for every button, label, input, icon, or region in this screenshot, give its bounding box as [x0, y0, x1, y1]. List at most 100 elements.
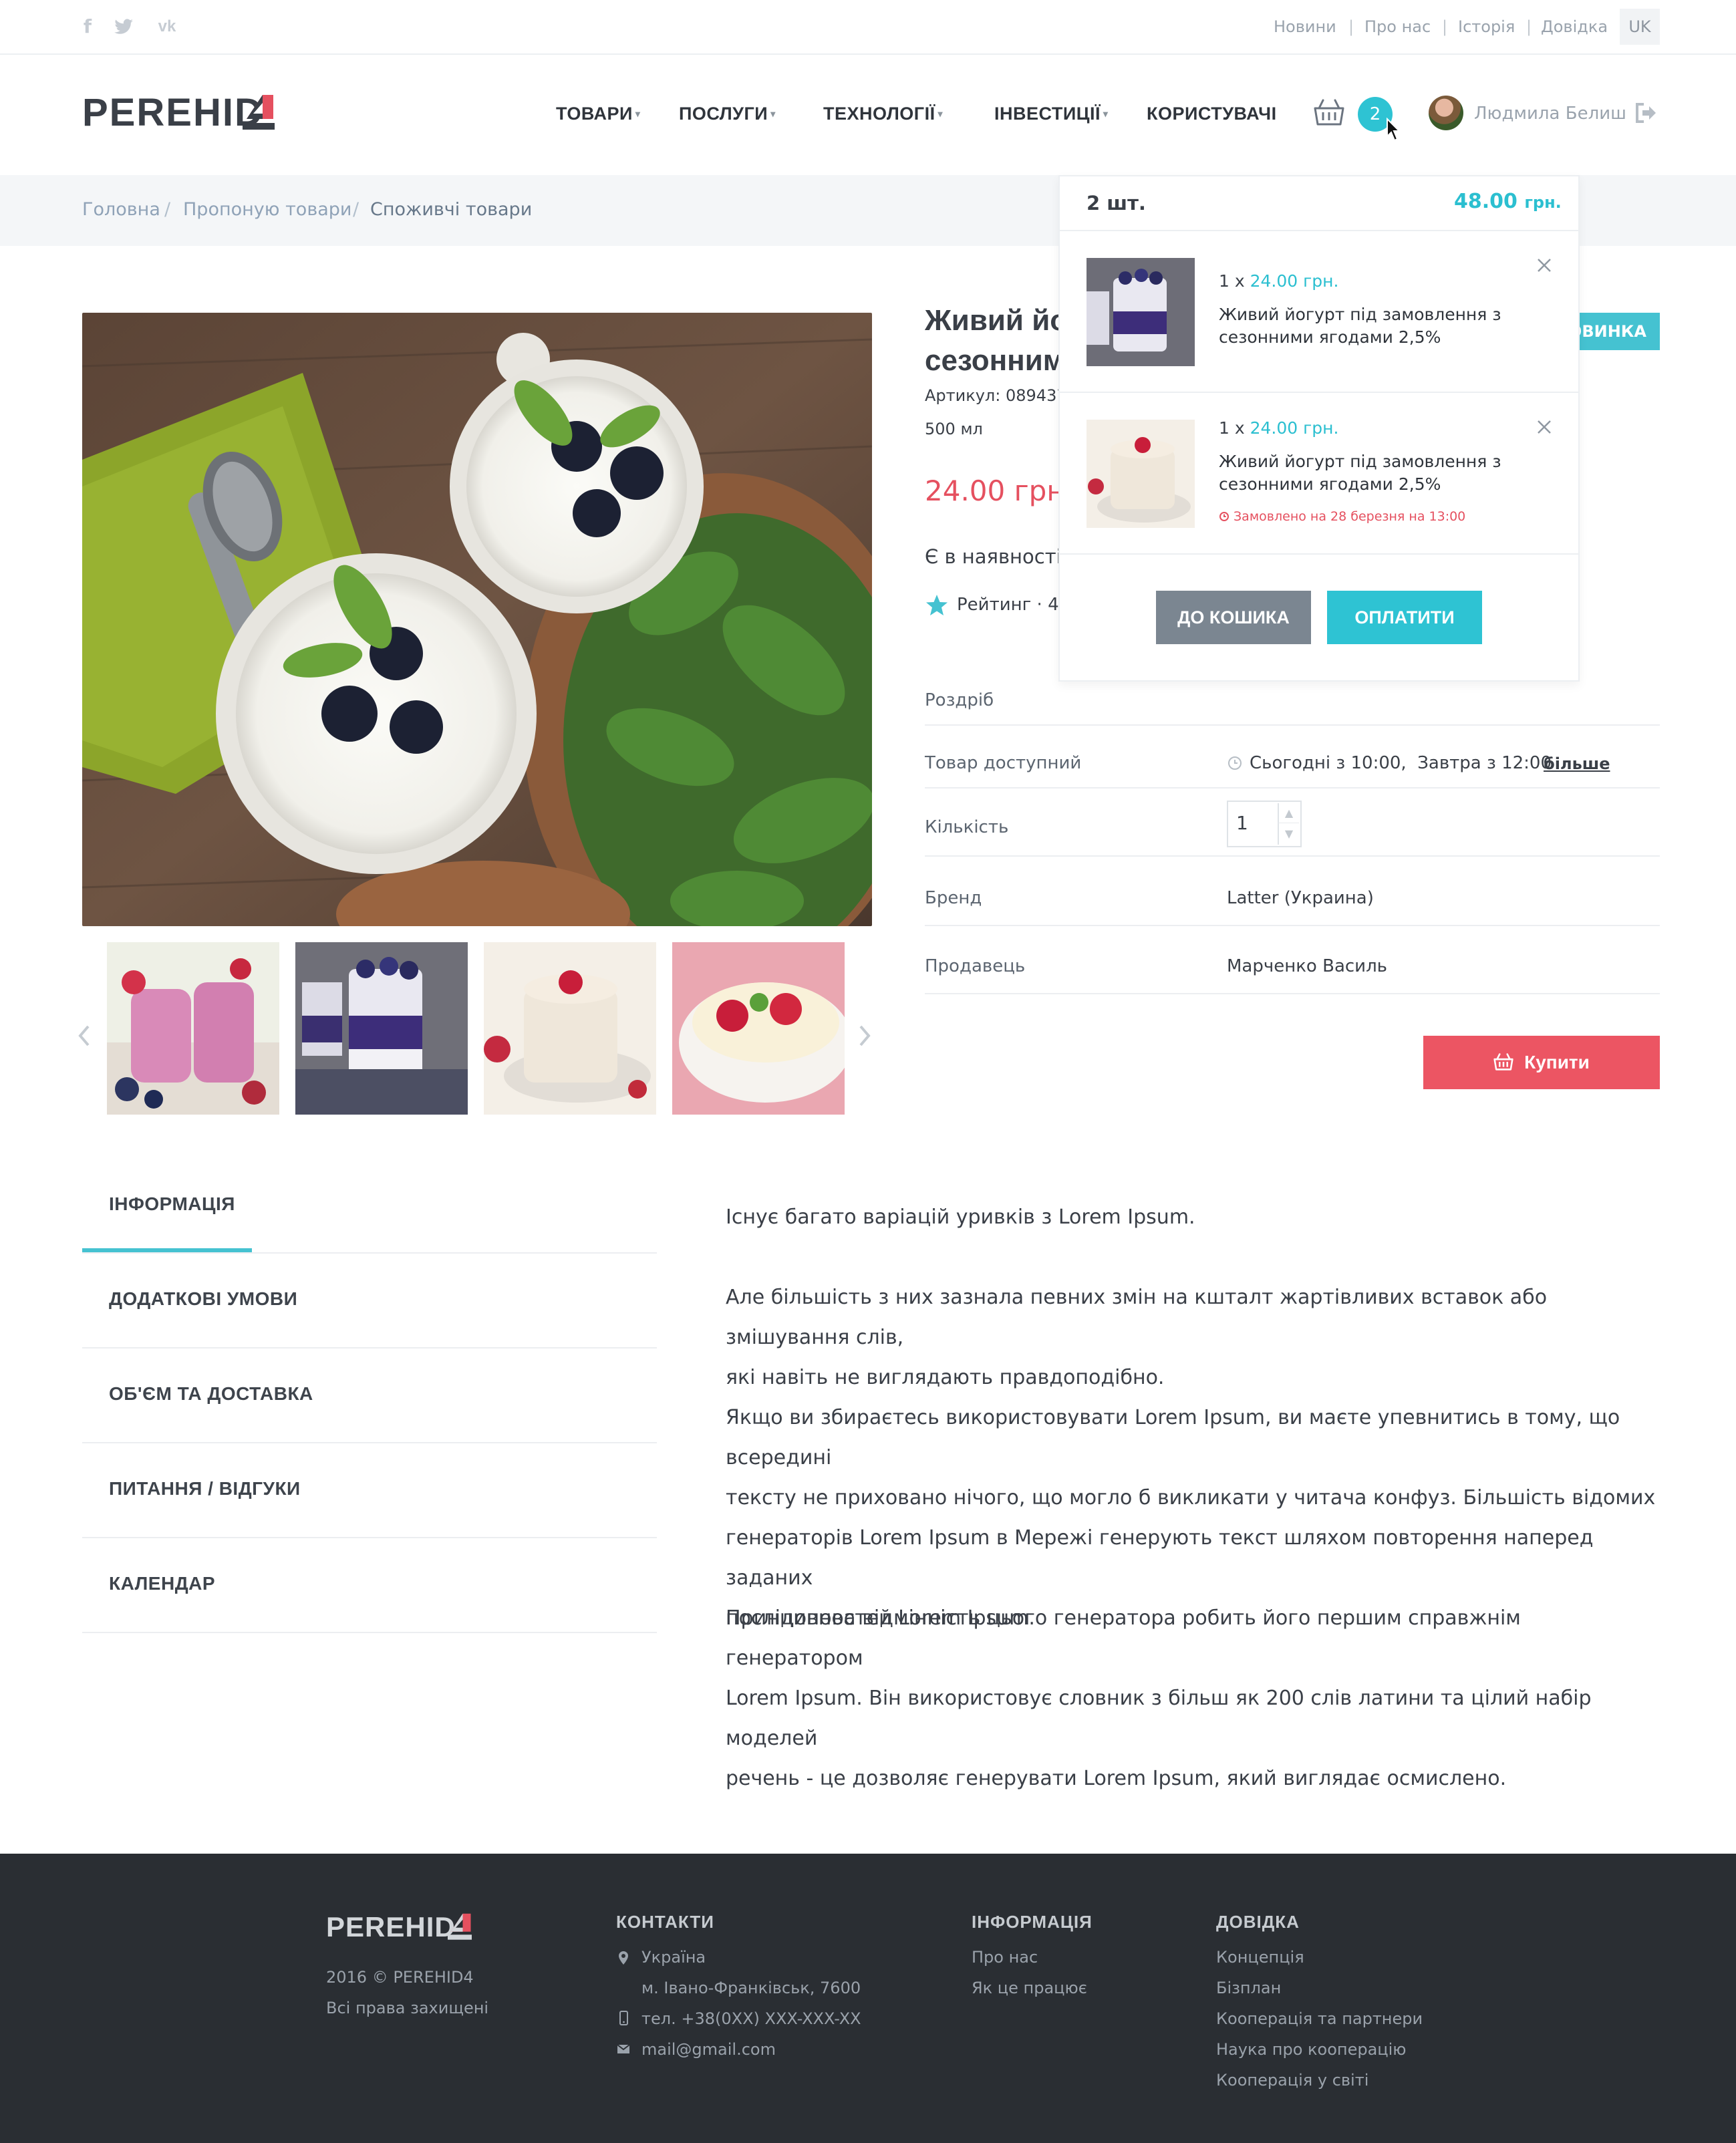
logo-text: PEREHID: [82, 91, 264, 134]
mail-icon: [617, 2044, 630, 2053]
phone-icon: [619, 2011, 628, 2025]
row-label-retail: Роздріб: [925, 690, 994, 710]
footer-logo-text: PEREHID: [326, 1911, 456, 1943]
cart-item-qty: 1 x 24.00 грн.: [1219, 270, 1338, 293]
nav-users[interactable]: КОРИСТУВАЧІ: [1147, 100, 1277, 127]
order-note-date: 28 березня: [1330, 509, 1405, 524]
tab-information[interactable]: ІНФОРМАЦІЯ: [82, 1159, 657, 1254]
vk-icon[interactable]: vk: [152, 15, 182, 39]
tab-questions-reviews[interactable]: ПИТАННЯ / ВІДГУКИ: [82, 1443, 657, 1538]
chevron-left-icon[interactable]: [75, 1022, 94, 1049]
description-line: тексту не приховано нічого, що могло б в…: [726, 1486, 1656, 1510]
nav-products-label: ТОВАРИ: [556, 104, 633, 124]
footer-link-concept[interactable]: Концепція: [1216, 1946, 1304, 1969]
logo[interactable]: PEREHID: [82, 90, 276, 138]
description-line: Lorem Ipsum. Він використовує словник з …: [726, 1687, 1592, 1750]
nav-investments[interactable]: ІНВЕСТИЦІЇ ▾: [994, 100, 1108, 127]
footer-link-business-plan[interactable]: Бізплан: [1216, 1977, 1281, 1999]
language-switcher[interactable]: UK: [1620, 9, 1660, 45]
user-name[interactable]: Людмила Белиш: [1474, 100, 1626, 127]
topbar-link-history[interactable]: Історія: [1458, 15, 1515, 39]
thumbnail-image[interactable]: [295, 942, 468, 1115]
facebook-icon[interactable]: f: [76, 15, 99, 39]
chevron-right-icon[interactable]: [855, 1022, 874, 1049]
order-note-time: 13:00: [1429, 509, 1466, 524]
basket-icon[interactable]: [1314, 98, 1344, 127]
cart-total-unit: грн.: [1524, 193, 1562, 212]
thumbnail-image[interactable]: [672, 942, 845, 1115]
pay-button[interactable]: ОПЛАТИТИ: [1327, 591, 1482, 644]
breadcrumb-separator: /: [164, 199, 171, 220]
quantity-up-icon[interactable]: ▲: [1278, 803, 1299, 823]
product-rating: Рейтинг · 4,8: [957, 595, 1076, 615]
cart-item-divider: [1060, 392, 1578, 393]
thumbnail-image[interactable]: [107, 942, 279, 1115]
cart-item-image[interactable]: [1087, 420, 1195, 528]
twitter-icon[interactable]: [112, 15, 135, 39]
row-divider: [925, 855, 1660, 857]
topbar-link-help[interactable]: Довідка: [1541, 15, 1608, 39]
close-icon[interactable]: [1534, 255, 1554, 275]
quantity-down-icon[interactable]: ▼: [1278, 823, 1299, 845]
cart-item-name[interactable]: Живий йогурт під замовлення з сезонними …: [1219, 450, 1526, 496]
description-line: Принципова відмінність цього генератора …: [726, 1606, 1521, 1670]
availability-value: Сьогодні з 10:00, Завтра з 12:00: [1250, 753, 1552, 773]
topbar-link-news[interactable]: Новини: [1274, 15, 1336, 39]
topbar-separator: |: [1348, 17, 1354, 36]
product-main-image[interactable]: [82, 313, 872, 926]
row-divider: [925, 724, 1660, 726]
footer-link-cooperation-world[interactable]: Кооперація у світі: [1216, 2069, 1368, 2092]
logout-icon[interactable]: [1634, 102, 1657, 124]
quantity-input[interactable]: 1: [1236, 811, 1248, 835]
logo-mark-icon: [448, 1913, 472, 1940]
nav-products[interactable]: ТОВАРИ ▾: [556, 100, 640, 127]
order-note-prefix: Замовлено на: [1234, 509, 1326, 524]
row-divider: [925, 993, 1660, 994]
product-price: 24.00 грн.: [925, 474, 1074, 507]
footer-link-about[interactable]: Про нас: [972, 1946, 1038, 1969]
cart-item-qty-value: 1 x: [1219, 418, 1245, 438]
footer-logo[interactable]: PEREHID: [326, 1910, 473, 1947]
footer-link-cooperation-partners[interactable]: Кооперація та партнери: [1216, 2007, 1423, 2030]
nav-services[interactable]: ПОСЛУГИ ▾: [679, 100, 776, 127]
row-label-quantity: Кількість: [925, 817, 1009, 837]
cart-item-divider: [1060, 553, 1578, 555]
close-icon[interactable]: [1534, 417, 1554, 437]
description-line: Якщо ви збираєтесь використовувати Lorem…: [726, 1406, 1620, 1469]
footer-rights: Всі права захищені: [326, 1999, 489, 2017]
topbar-separator: |: [1442, 17, 1448, 36]
cart-item-image[interactable]: [1087, 258, 1195, 366]
go-to-cart-button[interactable]: ДО КОШИКА: [1156, 591, 1311, 644]
tab-additional-terms[interactable]: ДОДАТКОВІ УМОВИ: [82, 1254, 657, 1348]
basket-icon: [1493, 1053, 1513, 1070]
avatar[interactable]: [1429, 96, 1463, 130]
tab-calendar[interactable]: КАЛЕНДАР: [82, 1538, 657, 1633]
thumbnail-image[interactable]: [484, 942, 656, 1115]
row-divider: [925, 925, 1660, 926]
buy-button-label: Купити: [1524, 1052, 1590, 1073]
active-tab-indicator: [82, 1248, 252, 1252]
tab-volume-delivery[interactable]: ОБ'ЄМ ТА ДОСТАВКА: [82, 1348, 657, 1443]
description-line: які навіть не виглядають правдоподібно.: [726, 1366, 1165, 1389]
topbar-link-about[interactable]: Про нас: [1364, 15, 1431, 39]
footer-email[interactable]: mail@gmail.com: [641, 2038, 776, 2061]
caret-down-icon: ▾: [635, 108, 641, 119]
footer-info-title: ІНФОРМАЦІЯ: [972, 1912, 1093, 1932]
breadcrumb-offer[interactable]: Пропоную товари: [183, 198, 351, 222]
clock-icon: [1228, 756, 1242, 770]
more-link[interactable]: більше: [1544, 752, 1610, 776]
footer-link-how-it-works[interactable]: Як це працює: [972, 1977, 1087, 1999]
cart-item-name[interactable]: Живий йогурт під замовлення з сезонними …: [1219, 303, 1526, 349]
location-pin-icon: [619, 1951, 628, 1965]
tab-calendar-label: КАЛЕНДАР: [109, 1573, 216, 1594]
buy-button[interactable]: Купити: [1423, 1036, 1660, 1089]
nav-technologies[interactable]: ТЕХНОЛОГІЇ ▾: [823, 100, 943, 127]
description-paragraph: Принципова відмінність цього генератора …: [726, 1598, 1661, 1799]
cart-item-price: 24.00 грн.: [1250, 418, 1339, 438]
stock-status: Є в наявності: [925, 545, 1062, 568]
cart-item-price: 24.00 грн.: [1250, 271, 1339, 291]
footer-link-cooperation-science[interactable]: Наука про кооперацію: [1216, 2038, 1407, 2061]
breadcrumb-home[interactable]: Головна: [82, 198, 160, 222]
nav-technologies-label: ТЕХНОЛОГІЇ: [823, 104, 935, 124]
description-line: Але більшість з них зазнала певних змін …: [726, 1286, 1548, 1349]
